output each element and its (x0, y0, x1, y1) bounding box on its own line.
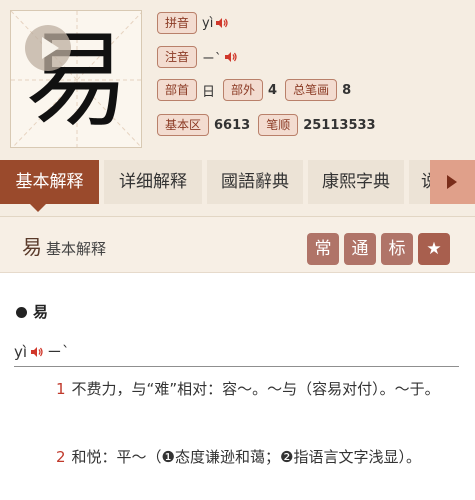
stroke-order-tag: 笔顺 (258, 114, 299, 136)
definition-text: 和悦：平～（❶态度谦逊和蔼；❷指语言文字浅显）。 (71, 448, 421, 466)
definition-text: 不费力，与“难”相对：容～。～与（容易对付）。～于。 (71, 380, 440, 398)
stroke-order-value: 25113533 (303, 117, 376, 133)
outside-strokes-value: 4 (268, 82, 278, 98)
basic-explanation-card: 易基本解释 常 通 标 ★ 易 yì ㄧˋ 1 不费力，与“难”相对：容～。～与（… (0, 216, 475, 500)
character-display: 易 (10, 10, 142, 148)
pron-pinyin: yì (14, 342, 28, 361)
divider (14, 366, 459, 367)
entry-heading: 易 (16, 301, 48, 322)
definition-item: 1 不费力，与“难”相对：容～。～与（容易对付）。～于。 (56, 377, 456, 401)
tab-bar: 基本解释 详细解释 國語辭典 康熙字典 说 (0, 160, 475, 212)
pinyin-value: yì (202, 15, 214, 31)
speaker-icon[interactable] (30, 346, 44, 358)
basic-area-value: 6613 (214, 117, 251, 133)
definition-number: 2 (56, 448, 66, 466)
card-title: 易基本解释 (22, 231, 106, 260)
general-char-badge[interactable]: 通 (344, 233, 376, 265)
play-icon (42, 37, 59, 59)
pron-zhuyin: ㄧˋ (47, 343, 70, 361)
zhuyin-row: 注音 ㄧˋ (157, 46, 238, 68)
outside-strokes-tag: 部外 (223, 79, 264, 101)
speaker-icon[interactable] (224, 51, 238, 63)
radical-value: 日 (202, 84, 216, 100)
pinyin-row: 拼音 yì (157, 12, 229, 34)
bullet-icon (16, 307, 27, 318)
radical-row: 部首 日 部外 4 总笔画 8 (157, 79, 359, 101)
active-tab-pointer (30, 204, 46, 212)
tab-scroll-right-button[interactable] (430, 160, 475, 204)
zhuyin-value: ㄧˋ (202, 51, 222, 67)
total-strokes-tag: 总笔画 (285, 79, 338, 101)
speaker-icon[interactable] (215, 17, 229, 29)
total-strokes-value: 8 (342, 82, 352, 98)
tab-guoyu-dictionary[interactable]: 國語辭典 (207, 160, 303, 204)
common-char-badge[interactable]: 常 (307, 233, 339, 265)
zhuyin-tag: 注音 (157, 46, 198, 68)
code-row: 基本区 6613 笔顺 25113533 (157, 114, 384, 136)
favorite-star-icon[interactable]: ★ (418, 233, 450, 265)
character-header: 易 拼音 yì 注音 ㄧˋ 部首 日 部外 4 总笔画 8 基本区 6613 笔… (0, 0, 475, 158)
pronunciation-row: yì ㄧˋ (14, 341, 70, 362)
entry-word: 易 (33, 303, 49, 321)
definition-number: 1 (56, 380, 66, 398)
card-header: 易基本解释 常 通 标 ★ (0, 217, 475, 273)
basic-area-tag: 基本区 (157, 114, 210, 136)
tab-basic-explanation[interactable]: 基本解释 (0, 160, 99, 204)
chevron-right-icon (447, 175, 457, 189)
tab-kangxi-dictionary[interactable]: 康熙字典 (308, 160, 404, 204)
pinyin-tag: 拼音 (157, 12, 198, 34)
play-stroke-animation-button[interactable] (25, 25, 71, 71)
standard-char-badge[interactable]: 标 (381, 233, 413, 265)
tab-detailed-explanation[interactable]: 详细解释 (104, 160, 202, 204)
card-title-text: 基本解释 (46, 240, 107, 258)
definition-item: 2 和悦：平～（❶态度谦逊和蔼；❷指语言文字浅显）。 (56, 445, 456, 469)
radical-tag: 部首 (157, 79, 198, 101)
card-title-char: 易 (22, 235, 42, 259)
